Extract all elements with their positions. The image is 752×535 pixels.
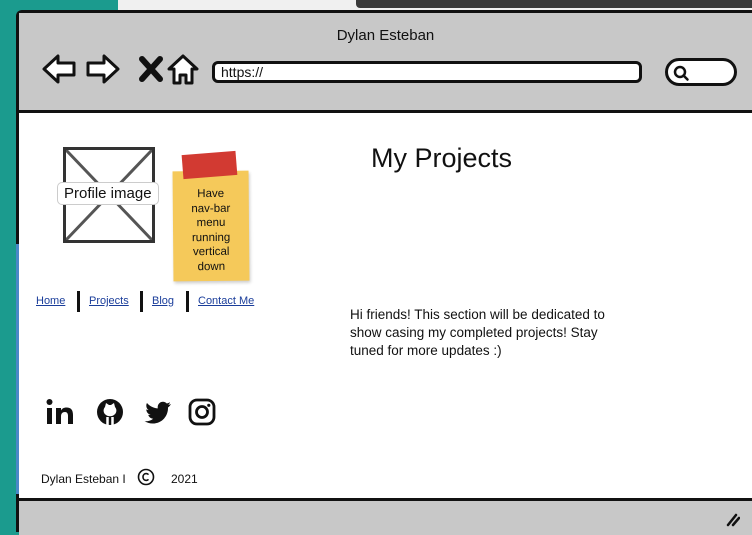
instagram-icon[interactable]: [187, 397, 217, 427]
footer-name: Dylan Esteban I: [41, 472, 126, 486]
resize-handle-icon[interactable]: [724, 511, 740, 527]
forward-icon[interactable]: [85, 51, 121, 87]
github-icon[interactable]: [95, 397, 125, 427]
sticky-line: Have: [197, 187, 225, 201]
intro-text: Hi friends! This section will be dedicat…: [350, 307, 605, 358]
sticky-line: menu: [196, 217, 226, 230]
nav-divider: [140, 291, 143, 312]
nav-divider: [186, 291, 189, 312]
browser-window: Dylan Esteban https:// Profile image Hav…: [16, 10, 752, 535]
url-field[interactable]: https://: [212, 61, 642, 83]
window-title: Dylan Esteban: [336, 27, 435, 44]
sticky-note-text: Have nav-bar menu running vertical down: [173, 187, 250, 275]
nav-link-projects[interactable]: Projects: [89, 295, 129, 307]
sticky-note: Have nav-bar menu running vertical down: [172, 150, 250, 282]
search-box[interactable]: [665, 58, 737, 86]
nav-link-home[interactable]: Home: [36, 295, 65, 307]
close-icon[interactable]: [133, 51, 169, 87]
background-bar: [356, 0, 752, 8]
page-heading: My Projects: [371, 143, 513, 173]
nav-link-blog[interactable]: Blog: [152, 295, 174, 307]
footer-year: 2021: [171, 472, 198, 486]
sticky-line: running: [191, 231, 231, 244]
browser-titlebar: Dylan Esteban https://: [19, 13, 752, 113]
copyright-icon: [137, 468, 155, 486]
left-accent: [16, 244, 19, 494]
nav-divider: [77, 291, 80, 312]
sticky-tape: [181, 150, 238, 180]
search-icon[interactable]: [672, 64, 690, 82]
back-icon[interactable]: [41, 51, 77, 87]
status-bar: [19, 498, 752, 535]
linkedin-icon[interactable]: [45, 397, 75, 427]
sticky-line: nav-bar: [191, 202, 231, 215]
profile-image-label: Profile image: [57, 182, 159, 205]
twitter-icon[interactable]: [144, 397, 174, 427]
sticky-line: down: [197, 260, 226, 274]
sticky-line: vertical: [192, 246, 230, 259]
nav-link-contact[interactable]: Contact Me: [198, 295, 254, 307]
home-icon[interactable]: [165, 51, 201, 87]
